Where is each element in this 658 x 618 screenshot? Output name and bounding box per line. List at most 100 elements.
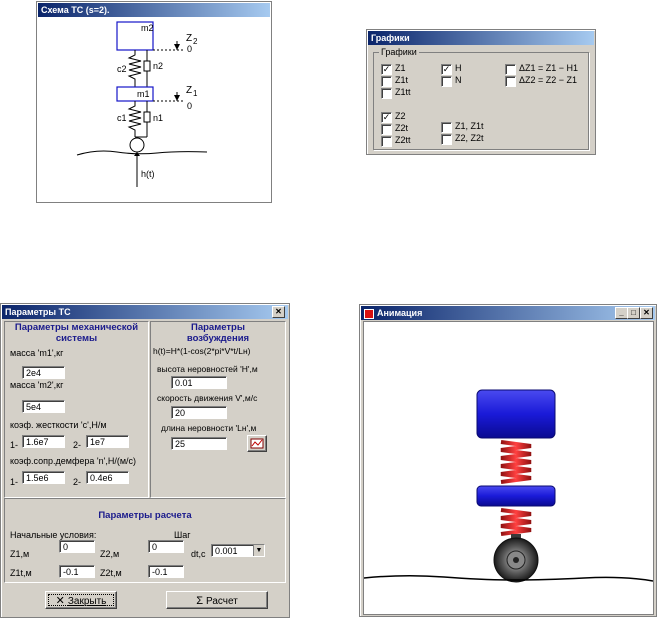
unsprung-mass-block (476, 485, 556, 507)
label-m2: m2 (141, 23, 154, 33)
animation-title: Анимация (377, 308, 423, 318)
suspension-scheme: m2 Z 2 0 c2 n2 m1 Z 1 0 c1 n1 h(t) (76, 21, 208, 187)
checkbox-label-z2: Z2 (395, 111, 406, 121)
checkbox-label-z1tt: Z1tt (395, 87, 411, 97)
animation-window: Анимация _ □ ✕ (359, 304, 657, 617)
checkbox-delta-z1[interactable] (505, 64, 516, 75)
svg-text:1: 1 (193, 89, 198, 98)
close-button[interactable]: ✕ Закрыть (45, 591, 117, 609)
calculate-button-label: Расчет (206, 596, 238, 607)
calculate-button[interactable]: Σ Расчет (166, 591, 268, 609)
speed-label: скорость движения V',м/с (157, 393, 258, 403)
dt-label: dt,c (191, 549, 206, 559)
svg-text:2: 2 (193, 37, 198, 46)
svg-text:h(t): h(t) (141, 169, 155, 179)
checkbox-label-z2tt: Z2tt (395, 135, 411, 145)
spring-c1 (127, 101, 142, 137)
animation-scene (363, 389, 654, 583)
checkbox-delta-z2[interactable] (505, 76, 516, 87)
speed-input[interactable]: 20 (171, 406, 227, 419)
checkbox-label-z2-z2t: Z2, Z2t (455, 133, 484, 143)
chart-icon[interactable] (247, 435, 267, 452)
calc-title: Параметры расчета (98, 510, 192, 521)
checkbox-label-delta-z1: ΔZ1 = Z1 − H1 (519, 63, 579, 73)
damping-label: коэф.сопр.демфера 'n',Н/(м/с) (10, 456, 137, 466)
dt-select[interactable]: 0.001 ▼ (211, 544, 265, 557)
checkbox-z1tt[interactable] (381, 88, 392, 99)
params-title: Параметры ТС (2, 305, 288, 319)
checkbox-label-n: N (455, 75, 462, 85)
z2-input[interactable]: 0 (148, 540, 184, 553)
checkbox-z1[interactable]: ✓ (381, 64, 392, 75)
graphs-title: Графики (368, 31, 594, 45)
svg-text:c2: c2 (117, 64, 127, 74)
c1-prefix: 1- (10, 440, 19, 450)
close-button-label: Закрыть (67, 596, 107, 607)
animation-titlebar: Анимация (361, 306, 655, 320)
c2-input[interactable]: 1e7 (86, 435, 129, 448)
scheme-window: Схема ТС (s=2). m2 Z 2 0 c2 n2 m1 Z 1 0 … (36, 1, 272, 203)
n2-input[interactable]: 0.4e6 (86, 471, 129, 484)
graphs-window: Графики Графики ✓ Z1 Z1t Z1tt ✓ Z2 Z2t Z2tt ✓ H N Z… (366, 29, 596, 155)
checkbox-z1-z1t[interactable] (441, 122, 452, 133)
svg-text:0: 0 (187, 44, 192, 54)
damper-n1 (143, 111, 151, 123)
mass-m2-input[interactable]: 5e4 (22, 400, 65, 413)
z2t-input[interactable]: -0.1 (148, 565, 184, 578)
checkbox-label-z1t: Z1t (395, 75, 409, 85)
svg-text:Z: Z (186, 85, 192, 96)
svg-text:Z: Z (186, 33, 192, 44)
app-icon (364, 309, 374, 319)
mass-m2-label: масса 'm2',кг (10, 380, 64, 390)
z1t-label: Z1t,м (10, 568, 32, 578)
scheme-title: Схема ТС (s=2). (38, 3, 270, 17)
sigma-icon: Σ (196, 595, 203, 607)
animation-canvas (363, 321, 654, 615)
checkbox-z2tt[interactable] (381, 136, 392, 147)
road-profile (76, 150, 208, 156)
z1-input[interactable]: 0 (59, 540, 95, 553)
z2-label: Z2,м (100, 549, 120, 559)
close-window-icon[interactable]: ✕ (640, 307, 653, 319)
exc-title-2: возбуждения (186, 333, 250, 344)
checkbox-label-h: H (455, 63, 462, 73)
lower-spring (500, 508, 532, 536)
checkbox-label-delta-z2: ΔZ2 = Z2 − Z1 (519, 75, 578, 85)
mass-m1-input[interactable]: 2e4 (22, 366, 65, 379)
length-label: длина неровности 'Lн',м (161, 423, 257, 433)
z1-label: Z1,м (10, 549, 30, 559)
height-label: высота неровностей 'H',м (157, 364, 258, 374)
z2t-label: Z2t,м (100, 568, 122, 578)
maximize-icon[interactable]: □ (627, 307, 640, 319)
close-icon: ✕ (55, 595, 65, 607)
z1t-input[interactable]: -0.1 (59, 565, 95, 578)
damper-n2 (143, 60, 151, 72)
checkbox-z2[interactable]: ✓ (381, 112, 392, 123)
svg-text:n1: n1 (153, 113, 163, 123)
svg-text:0: 0 (187, 101, 192, 111)
checkbox-z1t[interactable] (381, 76, 392, 87)
mech-title-1: Параметры механической (14, 322, 139, 333)
height-input[interactable]: 0.01 (171, 376, 227, 389)
checkbox-z2t[interactable] (381, 124, 392, 135)
c1-input[interactable]: 1.6e7 (22, 435, 65, 448)
step-label: Шаг (174, 530, 191, 540)
chevron-down-icon[interactable]: ▼ (253, 545, 264, 556)
length-input[interactable]: 25 (171, 437, 227, 450)
n2-prefix: 2- (73, 477, 82, 487)
checkbox-label-z1: Z1 (395, 63, 406, 73)
params-close-icon[interactable]: ✕ (272, 306, 285, 318)
checkbox-z2-z2t[interactable] (441, 134, 452, 145)
svg-text:m1: m1 (137, 89, 150, 99)
sprung-mass-block (476, 389, 556, 439)
n1-input[interactable]: 1.5e6 (22, 471, 65, 484)
exc-title-1: Параметры (191, 322, 245, 333)
mech-title-2: системы (55, 333, 98, 344)
checkbox-h[interactable]: ✓ (441, 64, 452, 75)
svg-text:n2: n2 (153, 61, 163, 71)
upper-spring (500, 440, 532, 484)
checkbox-n[interactable] (441, 76, 452, 87)
checkbox-label-z2t: Z2t (395, 123, 409, 133)
mass-m1-label: масса 'm1',кг (10, 348, 64, 358)
graphs-group-label: Графики (379, 47, 419, 57)
